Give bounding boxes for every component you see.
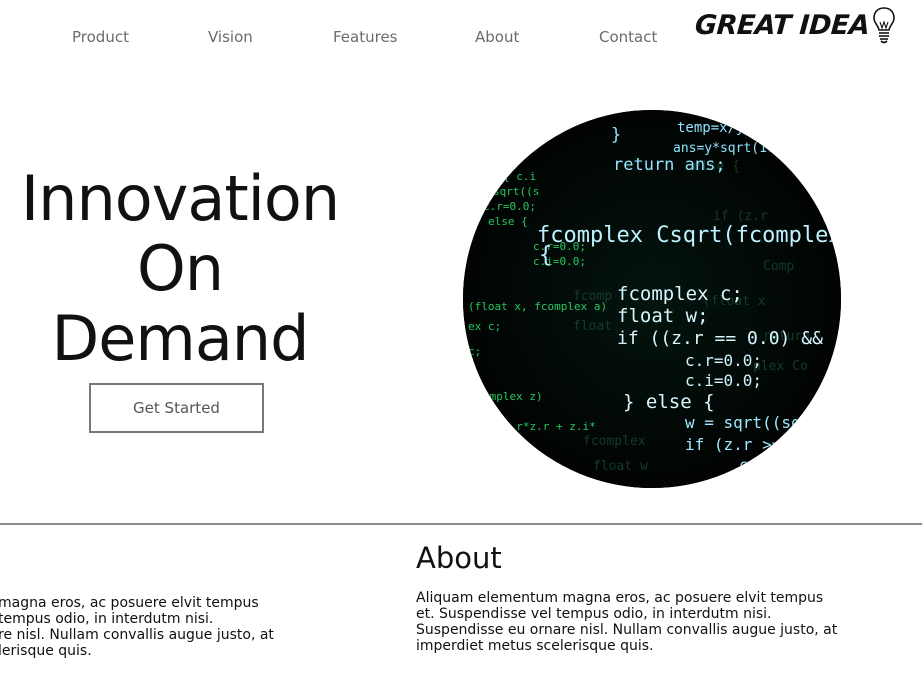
paragraph-line: Aliquam elementum magna eros, ac posuere… (416, 590, 824, 606)
svg-text:else {: else { (488, 215, 528, 228)
svg-text:}: } (611, 125, 621, 145)
svg-text:} else {: } else { (623, 391, 715, 413)
svg-text:{: { (539, 243, 552, 268)
svg-text:if (z.r: if (z.r (713, 209, 768, 224)
svg-text:w = sqrt((sqrt(z.r: w = sqrt((sqrt(z.r (685, 413, 841, 432)
nav-link-features[interactable]: Features (333, 28, 398, 46)
svg-text:c.r =: c.r = (503, 454, 542, 469)
paragraph-line: Suspendisse eu ornare nisl. Nullam conva… (416, 622, 838, 638)
hero-title-line: On (136, 232, 224, 305)
paragraph-line: imperdiet metus scelerisque quis. (416, 638, 654, 654)
nav-link-product[interactable]: Product (72, 28, 129, 46)
svg-text:float w: float w (593, 459, 648, 474)
svg-text:sqrt((s: sqrt((s (493, 185, 539, 198)
svg-text:fcomplex c;: fcomplex c; (617, 283, 743, 305)
svg-text:fcomplex: fcomplex (583, 434, 646, 449)
svg-text:float w;: float w; (617, 305, 709, 327)
nav-link-vision[interactable]: Vision (208, 28, 253, 46)
hero-title-line: Demand (51, 302, 310, 375)
svg-text:ex c;: ex c; (468, 320, 501, 333)
paragraph-line: magna eros, ac posuere elvit tempus (0, 595, 259, 611)
svg-text:Comp: Comp (763, 259, 794, 274)
svg-text:fcomplex Csqrt(fcomplex z): fcomplex Csqrt(fcomplex z) (537, 223, 841, 248)
svg-text:temp=x/y;: temp=x/y; (677, 120, 753, 136)
top-navigation: Product Vision Features About Contact GR… (0, 0, 922, 75)
code-screen-image: else { if (z.r Comp fcomp (float x float… (463, 110, 841, 488)
svg-text:ans=y*sqrt(1.0+temp*temp: ans=y*sqrt(1.0+temp*temp (673, 141, 841, 156)
code-screen-graphic: else { if (z.r Comp fcomp (float x float… (463, 110, 841, 488)
about-heading: About (416, 541, 502, 575)
svg-text:z.r*z.r + z.i*: z.r*z.r + z.i* (503, 420, 596, 433)
svg-text:omplex z): omplex z) (483, 390, 543, 403)
hero-title-line: Innovation (20, 162, 340, 235)
left-column-text: magna eros, ac posuere elvit tempus temp… (0, 595, 274, 659)
paragraph-line: et. Suspendisse vel tempus odio, in inte… (416, 606, 772, 622)
svg-text:{ c.i: { c.i (503, 170, 536, 183)
svg-text:float: float (573, 319, 612, 334)
svg-text:c.r=0.0;: c.r=0.0; (483, 200, 536, 213)
about-paragraph: Aliquam elementum magna eros, ac posuere… (416, 590, 837, 654)
svg-text:c.r=0.0;: c.r=0.0; (685, 351, 762, 370)
get-started-button[interactable]: Get Started (89, 383, 264, 433)
logo-text: GREAT IDEA (693, 9, 871, 41)
section-divider (0, 523, 922, 525)
svg-text:c;: c; (468, 345, 481, 358)
svg-text:return ans;: return ans; (613, 155, 726, 175)
lightbulb-icon (873, 7, 896, 44)
paragraph-line: lerisque quis. (0, 643, 92, 659)
nav-link-contact[interactable]: Contact (599, 28, 657, 46)
paragraph-line: re nisl. Nullam convallis augue justo, a… (0, 627, 274, 643)
svg-text:c.r: c.r (739, 456, 766, 474)
svg-text:(float x, fcomplex a): (float x, fcomplex a) (468, 300, 607, 313)
nav-link-about[interactable]: About (475, 28, 519, 46)
paragraph-line: tempus odio, in interdutm nisi. (0, 611, 214, 627)
svg-text:c.i=0.0;: c.i=0.0; (685, 371, 762, 390)
brand-logo[interactable]: GREAT IDEA (693, 4, 897, 46)
svg-text:if ((z.r == 0.0) && (z.i == 0.: if ((z.r == 0.0) && (z.i == 0.0)) { (617, 328, 841, 349)
hero-title: Innovation On Demand (20, 164, 340, 374)
svg-text:if (z.r >= 0.0): if (z.r >= 0.0) (685, 435, 830, 454)
